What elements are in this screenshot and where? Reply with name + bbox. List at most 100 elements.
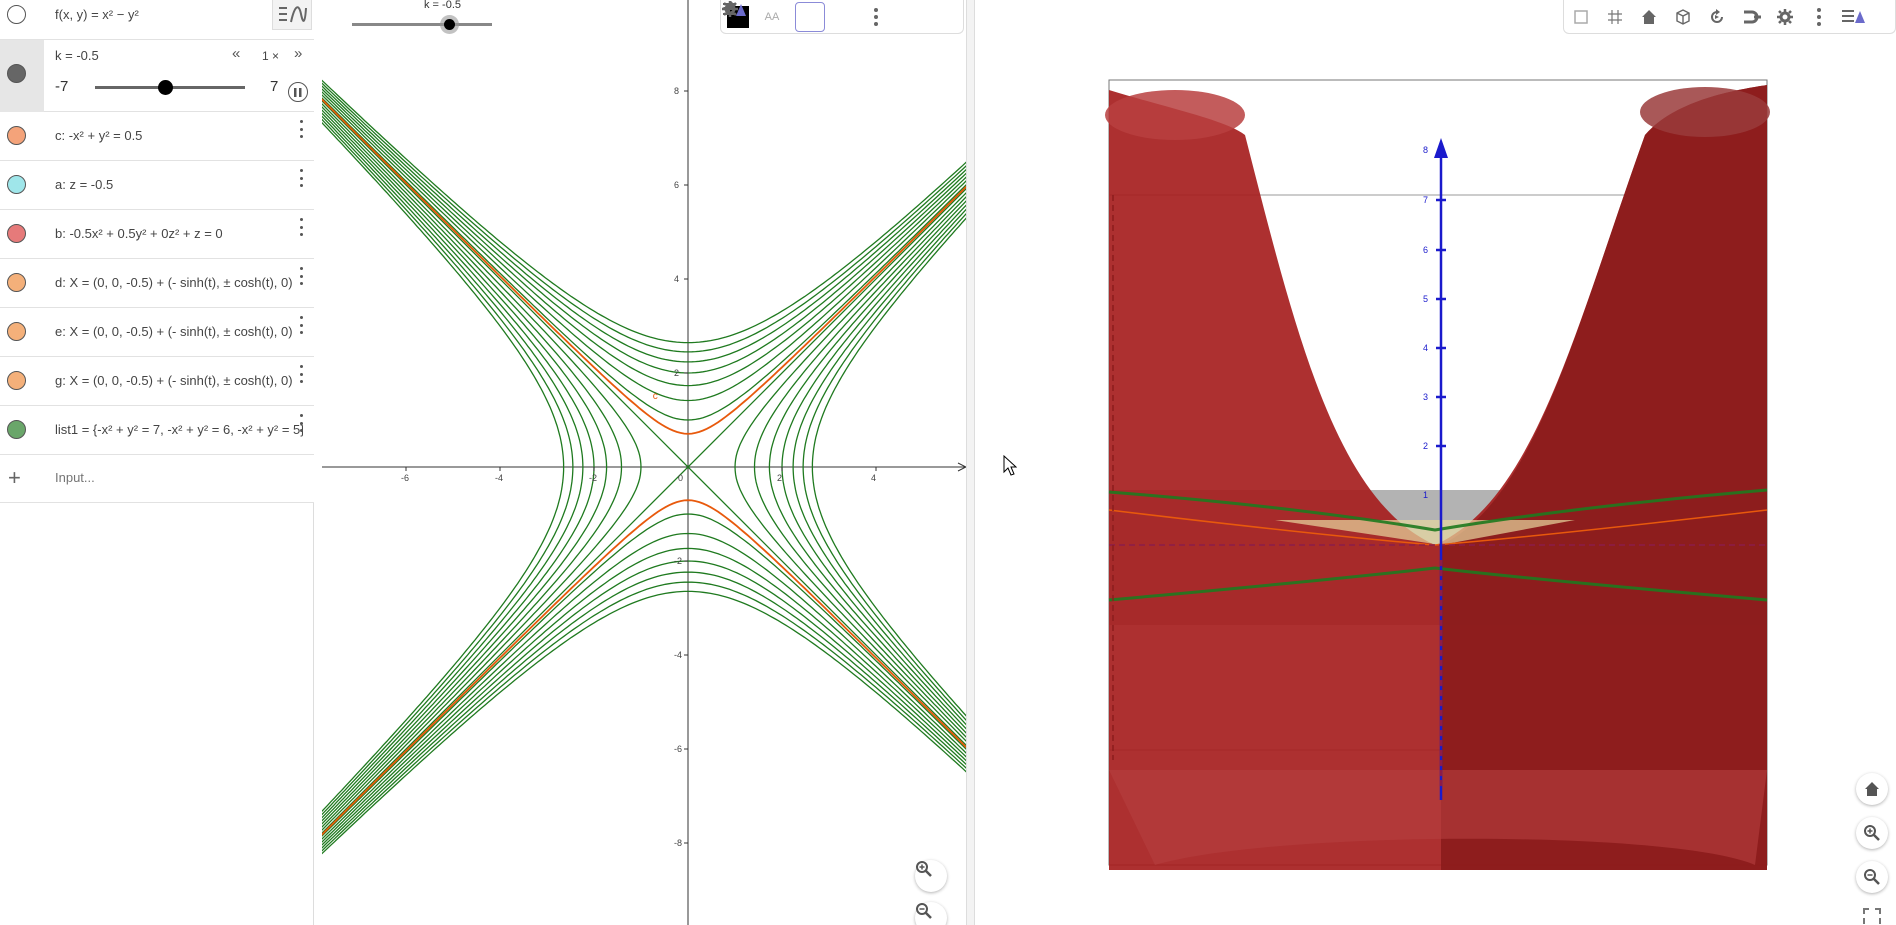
more-options-icon[interactable]	[298, 316, 304, 334]
visibility-toggle[interactable]	[7, 175, 26, 194]
algebra-row-k[interactable]: k = -0.5 « 1 × » -7 7	[0, 40, 314, 112]
graphics-view-2d[interactable]: c -6 -4 -2 0 2 4 10 8 6 4 2 -2 -4 -6 -8 k = -0.5 AA	[322, 0, 966, 925]
more-options-icon[interactable]	[298, 267, 304, 285]
algebra-row-a[interactable]: a: z = -0.5	[0, 161, 314, 210]
algebra-row-b[interactable]: b: -0.5x² + 0.5y² + 0z² + z = 0	[0, 210, 314, 259]
curve-c-label: c	[653, 391, 658, 402]
visibility-toggle[interactable]	[7, 224, 26, 243]
zoom-out-icon[interactable]	[1856, 861, 1888, 893]
more-options-icon[interactable]	[298, 365, 304, 383]
graphics-view-3d[interactable]: 8 7 6 5 4 3 2 1	[975, 0, 1896, 925]
pause-icon[interactable]	[288, 82, 308, 102]
visibility-toggle[interactable]	[7, 420, 26, 439]
slider-handle[interactable]	[157, 80, 173, 95]
graphics-slider-track[interactable]	[352, 23, 492, 26]
fullscreen-icon[interactable]	[1863, 908, 1881, 924]
visibility-toggle[interactable]	[7, 273, 26, 292]
algebra-row-text: list1 = {-x² + y² = 7, -x² + y² = 6, -x²…	[55, 422, 303, 437]
graphics-3d-canvas[interactable]: 8 7 6 5 4 3 2 1	[975, 0, 1896, 925]
view-cube-icon[interactable]	[1666, 0, 1700, 34]
algebra-row-text: a: z = -0.5	[55, 177, 114, 192]
z-tick-label: 7	[1423, 195, 1428, 205]
settings-gear-icon[interactable]	[722, 0, 859, 34]
visibility-toggle[interactable]	[7, 126, 26, 145]
home-icon[interactable]	[1856, 773, 1888, 805]
y-tick-label: 4	[674, 274, 679, 284]
home-icon[interactable]	[1632, 0, 1666, 34]
algebra-view: f(x, y) = x² − y² k = -0.5 « 1 × » -7 7 …	[0, 0, 314, 925]
z-tick-label: 5	[1423, 294, 1428, 304]
graphics-slider-handle[interactable]	[444, 19, 455, 30]
slider-definition: k = -0.5	[55, 48, 99, 63]
algebra-row-text: f(x, y) = x² − y²	[55, 7, 139, 22]
algebra-row-text: d: X = (0, 0, -0.5) + (- sinh(t), ± cosh…	[55, 275, 293, 290]
zoom-in-icon[interactable]	[915, 860, 947, 892]
x-tick-label: 0	[678, 473, 683, 483]
view-menu-icon[interactable]	[1836, 0, 1870, 34]
graph-view-icon[interactable]	[272, 0, 312, 30]
y-tick-label: 8	[674, 86, 679, 96]
contour-curve	[322, 513, 966, 837]
slider-min: -7	[55, 78, 69, 95]
contour-curve	[322, 91, 966, 387]
zoom-in-icon[interactable]	[1856, 817, 1888, 849]
z-tick-label: 4	[1423, 343, 1428, 353]
algebra-row-f[interactable]: f(x, y) = x² − y²	[0, 0, 314, 40]
contour-curve	[322, 97, 966, 421]
x-tick-label: 4	[871, 473, 876, 483]
z-tick-label: 2	[1423, 441, 1428, 451]
contour-curve	[322, 82, 966, 353]
z-tick-label: 6	[1423, 245, 1428, 255]
more-options-icon[interactable]	[298, 218, 304, 236]
slider-max: 7	[270, 78, 279, 95]
graphics-2d-canvas[interactable]: c -6 -4 -2 0 2 4 10 8 6 4 2 -2 -4 -6 -8	[322, 0, 966, 925]
algebra-row-g[interactable]: g: X = (0, 0, -0.5) + (- sinh(t), ± cosh…	[0, 357, 314, 406]
algebra-row-c[interactable]: c: -x² + y² = 0.5	[0, 112, 314, 161]
algebra-input-row[interactable]: +	[0, 455, 314, 503]
algebra-row-d[interactable]: d: X = (0, 0, -0.5) + (- sinh(t), ± cosh…	[0, 259, 314, 308]
view-menu-icon[interactable]	[723, 0, 927, 34]
graphics-slider[interactable]: k = -0.5	[352, 0, 492, 40]
visibility-toggle[interactable]	[7, 64, 26, 83]
add-icon[interactable]: +	[8, 465, 21, 491]
visibility-toggle[interactable]	[7, 322, 26, 341]
contour-curve	[322, 88, 966, 374]
y-tick-label: -2	[674, 556, 682, 566]
slower-icon[interactable]: «	[232, 45, 240, 62]
more-options-icon[interactable]	[298, 169, 304, 187]
more-menu-icon[interactable]	[859, 0, 893, 34]
plane-toggle-icon[interactable]	[1564, 0, 1598, 34]
more-options-icon[interactable]	[298, 120, 304, 138]
faster-icon[interactable]: »	[294, 45, 302, 62]
more-menu-icon[interactable]	[1802, 0, 1836, 34]
algebra-row-e[interactable]: e: X = (0, 0, -0.5) + (- sinh(t), ± cosh…	[0, 308, 314, 357]
x-tick-label: -2	[589, 473, 597, 483]
projection-icon[interactable]	[1734, 0, 1768, 34]
y-tick-label: -8	[674, 838, 682, 848]
z-tick-label: 1	[1423, 490, 1428, 500]
contour-curve	[322, 547, 966, 843]
z-tick-label: 8	[1423, 145, 1428, 155]
grid-icon[interactable]	[1598, 0, 1632, 34]
algebra-row-text: c: -x² + y² = 0.5	[55, 128, 143, 143]
y-tick-label: 2	[674, 368, 679, 378]
algebra-row-list1[interactable]: list1 = {-x² + y² = 7, -x² + y² = 6, -x²…	[0, 406, 314, 455]
speed-label[interactable]: 1 ×	[262, 49, 279, 63]
algebra-input[interactable]	[55, 465, 300, 489]
app-window: f(x, y) = x² − y² k = -0.5 « 1 × » -7 7 …	[0, 0, 1896, 925]
panel-divider[interactable]	[966, 0, 975, 925]
x-tick-label: 2	[777, 473, 782, 483]
z-tick-label: 3	[1423, 392, 1428, 402]
more-options-icon[interactable]	[298, 414, 304, 432]
text-style-icon[interactable]: AA	[755, 0, 789, 34]
y-tick-label: -4	[674, 650, 682, 660]
graphics-slider-label: k = -0.5	[424, 0, 461, 11]
settings-gear-icon[interactable]	[1768, 0, 1802, 34]
mouse-cursor-icon	[1003, 455, 1017, 476]
x-tick-label: -4	[495, 473, 503, 483]
visibility-toggle[interactable]	[7, 371, 26, 390]
pin-icon[interactable]	[723, 1, 825, 32]
visibility-toggle[interactable]	[7, 5, 26, 24]
rotate-icon[interactable]	[1700, 0, 1734, 34]
curve-c	[322, 98, 966, 435]
